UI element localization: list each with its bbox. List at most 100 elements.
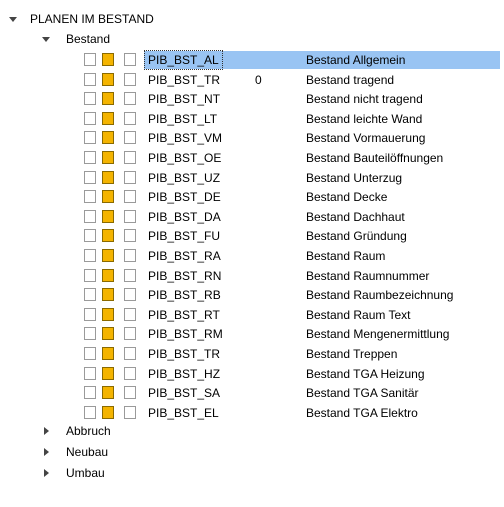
layer-code-text: PIB_BST_RT xyxy=(148,307,220,322)
lock-checkbox[interactable] xyxy=(124,190,136,204)
lock-checkbox[interactable] xyxy=(124,249,136,262)
lock-checkbox[interactable] xyxy=(124,268,136,282)
layer-row[interactable]: PIB_BST_AL Bestand Allgemein xyxy=(0,50,504,70)
tree-node-umbau[interactable]: Umbau xyxy=(0,463,504,483)
layer-code-text: PIB_BST_SA xyxy=(148,386,221,401)
expand-toggle[interactable] xyxy=(8,9,18,29)
lock-checkbox[interactable] xyxy=(124,72,136,86)
visibility-checkbox[interactable] xyxy=(84,190,96,204)
visibility-checkbox[interactable] xyxy=(84,268,96,282)
expand-toggle[interactable] xyxy=(41,29,51,49)
tree-node-abbruch[interactable]: Abbruch xyxy=(0,421,504,441)
visibility-checkbox[interactable] xyxy=(84,405,96,419)
lock-checkbox[interactable] xyxy=(124,111,136,125)
expand-toggle[interactable] xyxy=(41,442,51,462)
lock-checkbox[interactable] xyxy=(124,386,136,400)
layer-description: Bestand tragend xyxy=(306,72,395,87)
visibility-checkbox[interactable] xyxy=(84,347,96,360)
visibility-checkbox[interactable] xyxy=(84,131,96,145)
layer-row[interactable]: PIB_BST_RT Bestand Raum Text xyxy=(0,305,504,325)
lock-checkbox[interactable] xyxy=(124,131,136,145)
visibility-checkbox[interactable] xyxy=(84,170,96,184)
visibility-checkbox[interactable] xyxy=(84,307,96,321)
layer-color-swatch[interactable] xyxy=(102,347,114,360)
lock-checkbox[interactable] xyxy=(124,347,136,360)
layer-row[interactable]: PIB_BST_NT Bestand nicht tragend xyxy=(0,89,504,109)
lock-checkbox[interactable] xyxy=(124,307,136,321)
layer-color-swatch[interactable] xyxy=(102,288,114,302)
tree-node-root[interactable]: PLANEN IM BESTAND xyxy=(0,9,504,29)
visibility-checkbox[interactable] xyxy=(84,288,96,302)
layer-row[interactable]: PIB_BST_RA Bestand Raum xyxy=(0,246,504,266)
layer-color-swatch[interactable] xyxy=(102,327,114,341)
visibility-checkbox[interactable] xyxy=(84,229,96,243)
layer-description: Bestand Bauteilöffnungen xyxy=(306,151,444,165)
expand-toggle[interactable] xyxy=(41,421,51,441)
layer-row[interactable]: PIB_BST_VM Bestand Vormauerung xyxy=(0,128,504,148)
lock-checkbox[interactable] xyxy=(124,229,136,243)
layer-color-swatch[interactable] xyxy=(102,386,114,400)
visibility-checkbox[interactable] xyxy=(84,111,96,125)
layer-code-text: PIB_BST_RM xyxy=(148,327,223,342)
layer-row[interactable]: PIB_BST_SA Bestand TGA Sanitär xyxy=(0,383,504,403)
layer-row[interactable]: PIB_BST_RM Bestand Mengenermittlung xyxy=(0,324,504,344)
layer-description: Bestand TGA Sanitär xyxy=(306,386,419,401)
layer-code-text: PIB_BST_TR xyxy=(148,72,221,87)
layer-code: PIB_BST_TR xyxy=(144,70,224,90)
lock-checkbox[interactable] xyxy=(124,366,136,380)
visibility-checkbox[interactable] xyxy=(84,366,96,380)
visibility-checkbox[interactable] xyxy=(84,386,96,400)
layer-color-swatch[interactable] xyxy=(102,53,114,66)
lock-checkbox[interactable] xyxy=(124,92,136,106)
layer-color-swatch[interactable] xyxy=(102,229,114,243)
lock-checkbox[interactable] xyxy=(124,53,136,66)
layer-code: PIB_BST_DA xyxy=(144,207,225,227)
visibility-checkbox[interactable] xyxy=(84,249,96,262)
visibility-checkbox[interactable] xyxy=(84,151,96,164)
visibility-checkbox[interactable] xyxy=(84,92,96,106)
layer-color-swatch[interactable] xyxy=(102,366,114,380)
lock-checkbox[interactable] xyxy=(124,405,136,419)
lock-checkbox[interactable] xyxy=(124,151,136,164)
layer-color-swatch[interactable] xyxy=(102,209,114,223)
layer-color-swatch[interactable] xyxy=(102,190,114,204)
layer-row[interactable]: PIB_BST_TR Bestand Treppen xyxy=(0,344,504,364)
visibility-checkbox[interactable] xyxy=(84,209,96,223)
layer-color-swatch[interactable] xyxy=(102,72,114,86)
layer-color-swatch[interactable] xyxy=(102,131,114,145)
layer-code-text: PIB_BST_UZ xyxy=(148,170,221,185)
tree-node-neubau[interactable]: Neubau xyxy=(0,442,504,462)
layer-code-text: PIB_BST_DA xyxy=(148,209,221,224)
layer-row[interactable]: PIB_BST_HZ Bestand TGA Heizung xyxy=(0,364,504,384)
layer-row[interactable]: PIB_BST_FU Bestand Gründung xyxy=(0,226,504,246)
layer-code: PIB_BST_RA xyxy=(144,246,225,266)
layer-row[interactable]: PIB_BST_EL Bestand TGA Elektro xyxy=(0,403,504,423)
lock-checkbox[interactable] xyxy=(124,327,136,341)
expand-toggle[interactable] xyxy=(41,463,51,483)
lock-checkbox[interactable] xyxy=(124,170,136,184)
layer-color-swatch[interactable] xyxy=(102,170,114,184)
layer-code-text: PIB_BST_VM xyxy=(148,131,223,146)
visibility-checkbox[interactable] xyxy=(84,53,96,66)
layer-color-swatch[interactable] xyxy=(102,249,114,262)
layer-row[interactable]: PIB_BST_LT Bestand leichte Wand xyxy=(0,109,504,129)
layer-row[interactable]: PIB_BST_DA Bestand Dachhaut xyxy=(0,207,504,227)
layer-color-swatch[interactable] xyxy=(102,111,114,125)
tree-node-bestand[interactable]: Bestand xyxy=(0,29,504,49)
lock-checkbox[interactable] xyxy=(124,288,136,302)
layer-color-swatch[interactable] xyxy=(102,405,114,419)
layer-code: PIB_BST_EL xyxy=(144,403,223,423)
layer-row[interactable]: PIB_BST_DE Bestand Decke xyxy=(0,187,504,207)
layer-color-swatch[interactable] xyxy=(102,307,114,321)
layer-color-swatch[interactable] xyxy=(102,268,114,282)
lock-checkbox[interactable] xyxy=(124,209,136,223)
visibility-checkbox[interactable] xyxy=(84,72,96,86)
visibility-checkbox[interactable] xyxy=(84,327,96,341)
layer-row[interactable]: PIB_BST_RN Bestand Raumnummer xyxy=(0,266,504,286)
layer-row[interactable]: PIB_BST_RB Bestand Raumbezeichnung xyxy=(0,285,504,305)
layer-row[interactable]: PIB_BST_UZ Bestand Unterzug xyxy=(0,168,504,188)
layer-row[interactable]: PIB_BST_TR 0 Bestand tragend xyxy=(0,70,504,90)
layer-color-swatch[interactable] xyxy=(102,92,114,106)
layer-color-swatch[interactable] xyxy=(102,151,114,164)
layer-row[interactable]: PIB_BST_OE Bestand Bauteilöffnungen xyxy=(0,148,504,168)
